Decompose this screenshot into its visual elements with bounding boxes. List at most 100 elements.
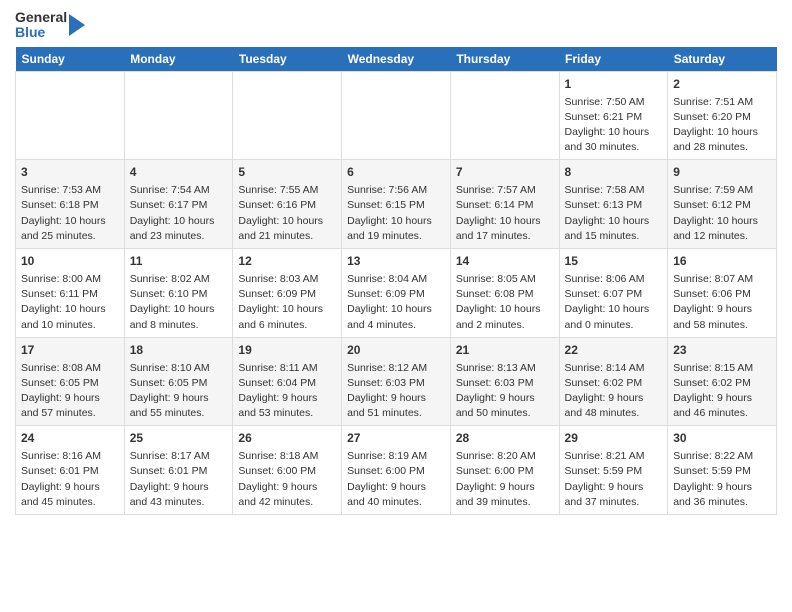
column-header-tuesday: Tuesday — [233, 47, 342, 72]
day-number: 2 — [673, 76, 771, 93]
calendar-cell: 20 Sunrise: 8:12 AM Sunset: 6:03 PM Dayli… — [342, 337, 451, 426]
day-info: Sunrise: 8:16 AM Sunset: 6:01 PM Dayligh… — [21, 449, 119, 510]
page-header: General Blue — [15, 10, 777, 41]
day-info: Sunrise: 7:57 AM Sunset: 6:14 PM Dayligh… — [456, 183, 554, 244]
calendar-cell — [450, 71, 559, 160]
day-info: Sunrise: 8:02 AM Sunset: 6:10 PM Dayligh… — [130, 272, 228, 333]
calendar-cell: 9 Sunrise: 7:59 AM Sunset: 6:12 PM Daylig… — [668, 160, 777, 249]
day-number: 5 — [238, 164, 336, 181]
day-number: 15 — [565, 253, 663, 270]
day-number: 25 — [130, 430, 228, 447]
logo: General Blue — [15, 10, 87, 41]
calendar-cell: 23 Sunrise: 8:15 AM Sunset: 6:02 PM Dayli… — [668, 337, 777, 426]
calendar-cell: 5 Sunrise: 7:55 AM Sunset: 6:16 PM Daylig… — [233, 160, 342, 249]
day-info: Sunrise: 8:04 AM Sunset: 6:09 PM Dayligh… — [347, 272, 445, 333]
week-row-4: 17 Sunrise: 8:08 AM Sunset: 6:05 PM Dayli… — [16, 337, 777, 426]
column-header-monday: Monday — [124, 47, 233, 72]
calendar-cell: 25 Sunrise: 8:17 AM Sunset: 6:01 PM Dayli… — [124, 426, 233, 515]
day-number: 19 — [238, 342, 336, 359]
calendar-cell: 1Sunrise: 7:50 AM Sunset: 6:21 PM Daylig… — [559, 71, 668, 160]
week-row-1: 1Sunrise: 7:50 AM Sunset: 6:21 PM Daylig… — [16, 71, 777, 160]
day-info: Sunrise: 7:56 AM Sunset: 6:15 PM Dayligh… — [347, 183, 445, 244]
calendar-cell: 18Sunrise: 8:10 AM Sunset: 6:05 PM Dayli… — [124, 337, 233, 426]
day-info: Sunrise: 7:54 AM Sunset: 6:17 PM Dayligh… — [130, 183, 228, 244]
calendar-cell: 24 Sunrise: 8:16 AM Sunset: 6:01 PM Dayli… — [16, 426, 125, 515]
day-info: Sunrise: 8:06 AM Sunset: 6:07 PM Dayligh… — [565, 272, 663, 333]
calendar-cell: 30 Sunrise: 8:22 AM Sunset: 5:59 PM Dayli… — [668, 426, 777, 515]
calendar-cell: 22 Sunrise: 8:14 AM Sunset: 6:02 PM Dayli… — [559, 337, 668, 426]
day-info: Sunrise: 8:08 AM Sunset: 6:05 PM Dayligh… — [21, 361, 119, 422]
calendar-cell: 26 Sunrise: 8:18 AM Sunset: 6:00 PM Dayli… — [233, 426, 342, 515]
column-header-sunday: Sunday — [16, 47, 125, 72]
calendar-cell: 28 Sunrise: 8:20 AM Sunset: 6:00 PM Dayli… — [450, 426, 559, 515]
week-row-3: 10 Sunrise: 8:00 AM Sunset: 6:11 PM Dayli… — [16, 249, 777, 338]
day-info: Sunrise: 8:14 AM Sunset: 6:02 PM Dayligh… — [565, 361, 663, 422]
calendar-cell: 21Sunrise: 8:13 AM Sunset: 6:03 PM Dayli… — [450, 337, 559, 426]
day-info: Sunrise: 8:00 AM Sunset: 6:11 PM Dayligh… — [21, 272, 119, 333]
day-number: 27 — [347, 430, 445, 447]
day-info: Sunrise: 8:03 AM Sunset: 6:09 PM Dayligh… — [238, 272, 336, 333]
day-info: Sunrise: 7:53 AM Sunset: 6:18 PM Dayligh… — [21, 183, 119, 244]
day-number: 9 — [673, 164, 771, 181]
day-number: 28 — [456, 430, 554, 447]
calendar-cell — [233, 71, 342, 160]
calendar-cell: 2 Sunrise: 7:51 AM Sunset: 6:20 PM Daylig… — [668, 71, 777, 160]
day-number: 11 — [130, 253, 228, 270]
calendar-cell — [342, 71, 451, 160]
day-number: 8 — [565, 164, 663, 181]
day-info: Sunrise: 7:55 AM Sunset: 6:16 PM Dayligh… — [238, 183, 336, 244]
calendar-cell: 11 Sunrise: 8:02 AM Sunset: 6:10 PM Dayli… — [124, 249, 233, 338]
day-number: 18 — [130, 342, 228, 359]
day-number: 4 — [130, 164, 228, 181]
day-info: Sunrise: 8:13 AM Sunset: 6:03 PM Dayligh… — [456, 361, 554, 422]
logo-general: General — [15, 10, 67, 25]
calendar-cell: 3 Sunrise: 7:53 AM Sunset: 6:18 PM Daylig… — [16, 160, 125, 249]
day-number: 29 — [565, 430, 663, 447]
week-row-2: 3 Sunrise: 7:53 AM Sunset: 6:18 PM Daylig… — [16, 160, 777, 249]
calendar-cell: 17 Sunrise: 8:08 AM Sunset: 6:05 PM Dayli… — [16, 337, 125, 426]
day-number: 16 — [673, 253, 771, 270]
day-info: Sunrise: 7:59 AM Sunset: 6:12 PM Dayligh… — [673, 183, 771, 244]
day-number: 30 — [673, 430, 771, 447]
calendar-cell: 29Sunrise: 8:21 AM Sunset: 5:59 PM Dayli… — [559, 426, 668, 515]
column-header-friday: Friday — [559, 47, 668, 72]
day-number: 3 — [21, 164, 119, 181]
day-number: 6 — [347, 164, 445, 181]
calendar-cell: 14 Sunrise: 8:05 AM Sunset: 6:08 PM Dayli… — [450, 249, 559, 338]
day-number: 24 — [21, 430, 119, 447]
day-number: 10 — [21, 253, 119, 270]
day-info: Sunrise: 8:18 AM Sunset: 6:00 PM Dayligh… — [238, 449, 336, 510]
day-info: Sunrise: 8:20 AM Sunset: 6:00 PM Dayligh… — [456, 449, 554, 510]
calendar-cell: 10 Sunrise: 8:00 AM Sunset: 6:11 PM Dayli… — [16, 249, 125, 338]
day-info: Sunrise: 8:15 AM Sunset: 6:02 PM Dayligh… — [673, 361, 771, 422]
day-number: 14 — [456, 253, 554, 270]
day-info: Sunrise: 8:12 AM Sunset: 6:03 PM Dayligh… — [347, 361, 445, 422]
day-number: 7 — [456, 164, 554, 181]
day-number: 12 — [238, 253, 336, 270]
calendar-cell: 15 Sunrise: 8:06 AM Sunset: 6:07 PM Dayli… — [559, 249, 668, 338]
day-info: Sunrise: 7:58 AM Sunset: 6:13 PM Dayligh… — [565, 183, 663, 244]
day-info: Sunrise: 8:05 AM Sunset: 6:08 PM Dayligh… — [456, 272, 554, 333]
calendar-cell: 4 Sunrise: 7:54 AM Sunset: 6:17 PM Daylig… — [124, 160, 233, 249]
day-number: 20 — [347, 342, 445, 359]
column-header-thursday: Thursday — [450, 47, 559, 72]
day-number: 1 — [565, 76, 663, 93]
calendar-cell: 19Sunrise: 8:11 AM Sunset: 6:04 PM Dayli… — [233, 337, 342, 426]
day-info: Sunrise: 8:17 AM Sunset: 6:01 PM Dayligh… — [130, 449, 228, 510]
calendar-cell: 6 Sunrise: 7:56 AM Sunset: 6:15 PM Daylig… — [342, 160, 451, 249]
day-number: 26 — [238, 430, 336, 447]
day-number: 17 — [21, 342, 119, 359]
day-info: Sunrise: 8:22 AM Sunset: 5:59 PM Dayligh… — [673, 449, 771, 510]
calendar-header-row: SundayMondayTuesdayWednesdayThursdayFrid… — [16, 47, 777, 72]
calendar-cell — [124, 71, 233, 160]
calendar-cell: 8 Sunrise: 7:58 AM Sunset: 6:13 PM Daylig… — [559, 160, 668, 249]
day-info: Sunrise: 7:51 AM Sunset: 6:20 PM Dayligh… — [673, 95, 771, 156]
calendar-cell: 27Sunrise: 8:19 AM Sunset: 6:00 PM Dayli… — [342, 426, 451, 515]
day-number: 22 — [565, 342, 663, 359]
calendar-cell — [16, 71, 125, 160]
day-number: 13 — [347, 253, 445, 270]
week-row-5: 24 Sunrise: 8:16 AM Sunset: 6:01 PM Dayli… — [16, 426, 777, 515]
logo-blue: Blue — [15, 25, 67, 40]
column-header-saturday: Saturday — [668, 47, 777, 72]
day-number: 23 — [673, 342, 771, 359]
